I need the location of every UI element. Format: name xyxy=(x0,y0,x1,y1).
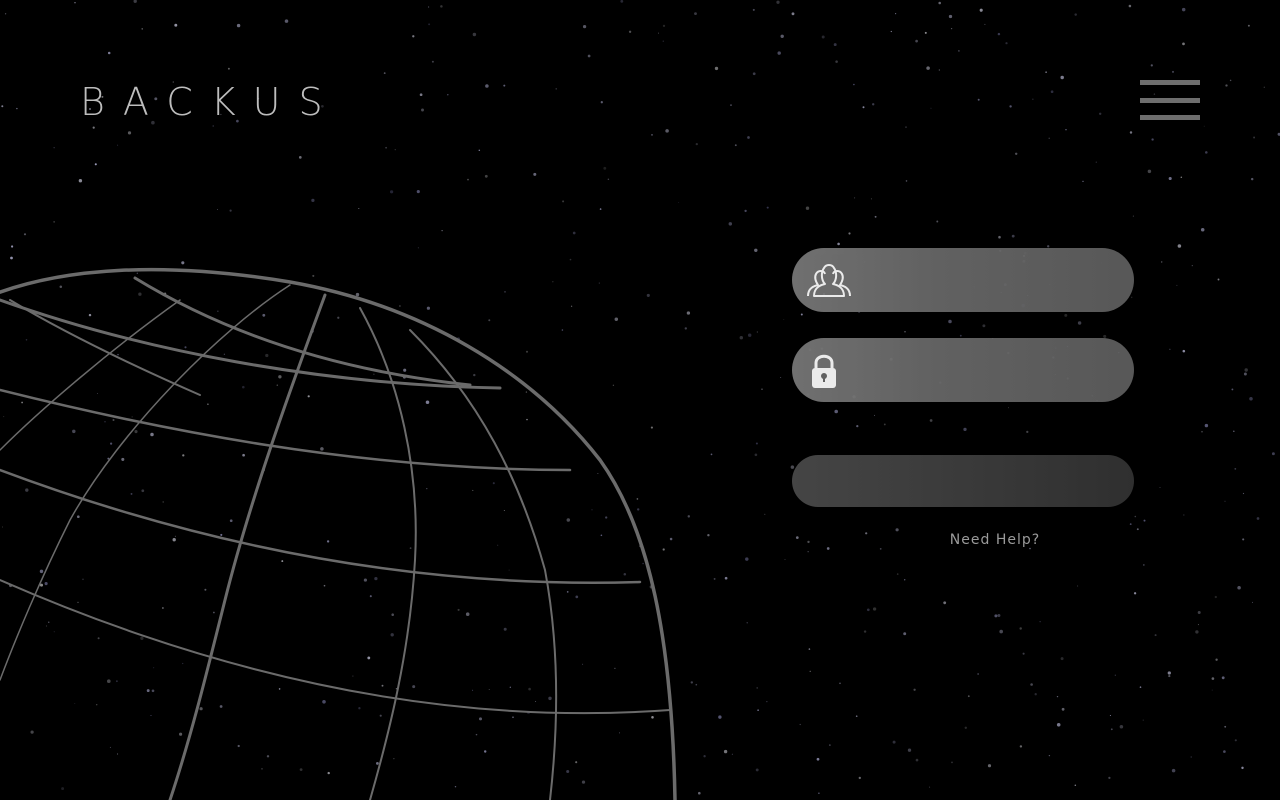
password-input[interactable] xyxy=(866,350,1120,392)
users-group-icon xyxy=(807,264,851,297)
globe-longitude-line xyxy=(168,293,327,800)
password-field[interactable] xyxy=(792,338,1134,402)
need-help-link[interactable]: Need Help? xyxy=(935,532,1055,548)
padlock-icon xyxy=(812,354,836,388)
username-field[interactable] xyxy=(792,248,1134,312)
hamburger-menu-button[interactable] xyxy=(1140,78,1200,122)
globe-latitude-line xyxy=(0,579,671,715)
globe-longitude-line xyxy=(409,329,558,800)
hamburger-menu-icon xyxy=(1140,98,1200,103)
hamburger-menu-icon xyxy=(1140,80,1200,85)
login-button[interactable] xyxy=(792,455,1134,507)
hamburger-menu-icon xyxy=(1140,115,1200,120)
username-input[interactable] xyxy=(866,260,1120,302)
globe-latitude-line xyxy=(133,276,472,387)
brand-logo: BACKUS xyxy=(80,80,341,124)
